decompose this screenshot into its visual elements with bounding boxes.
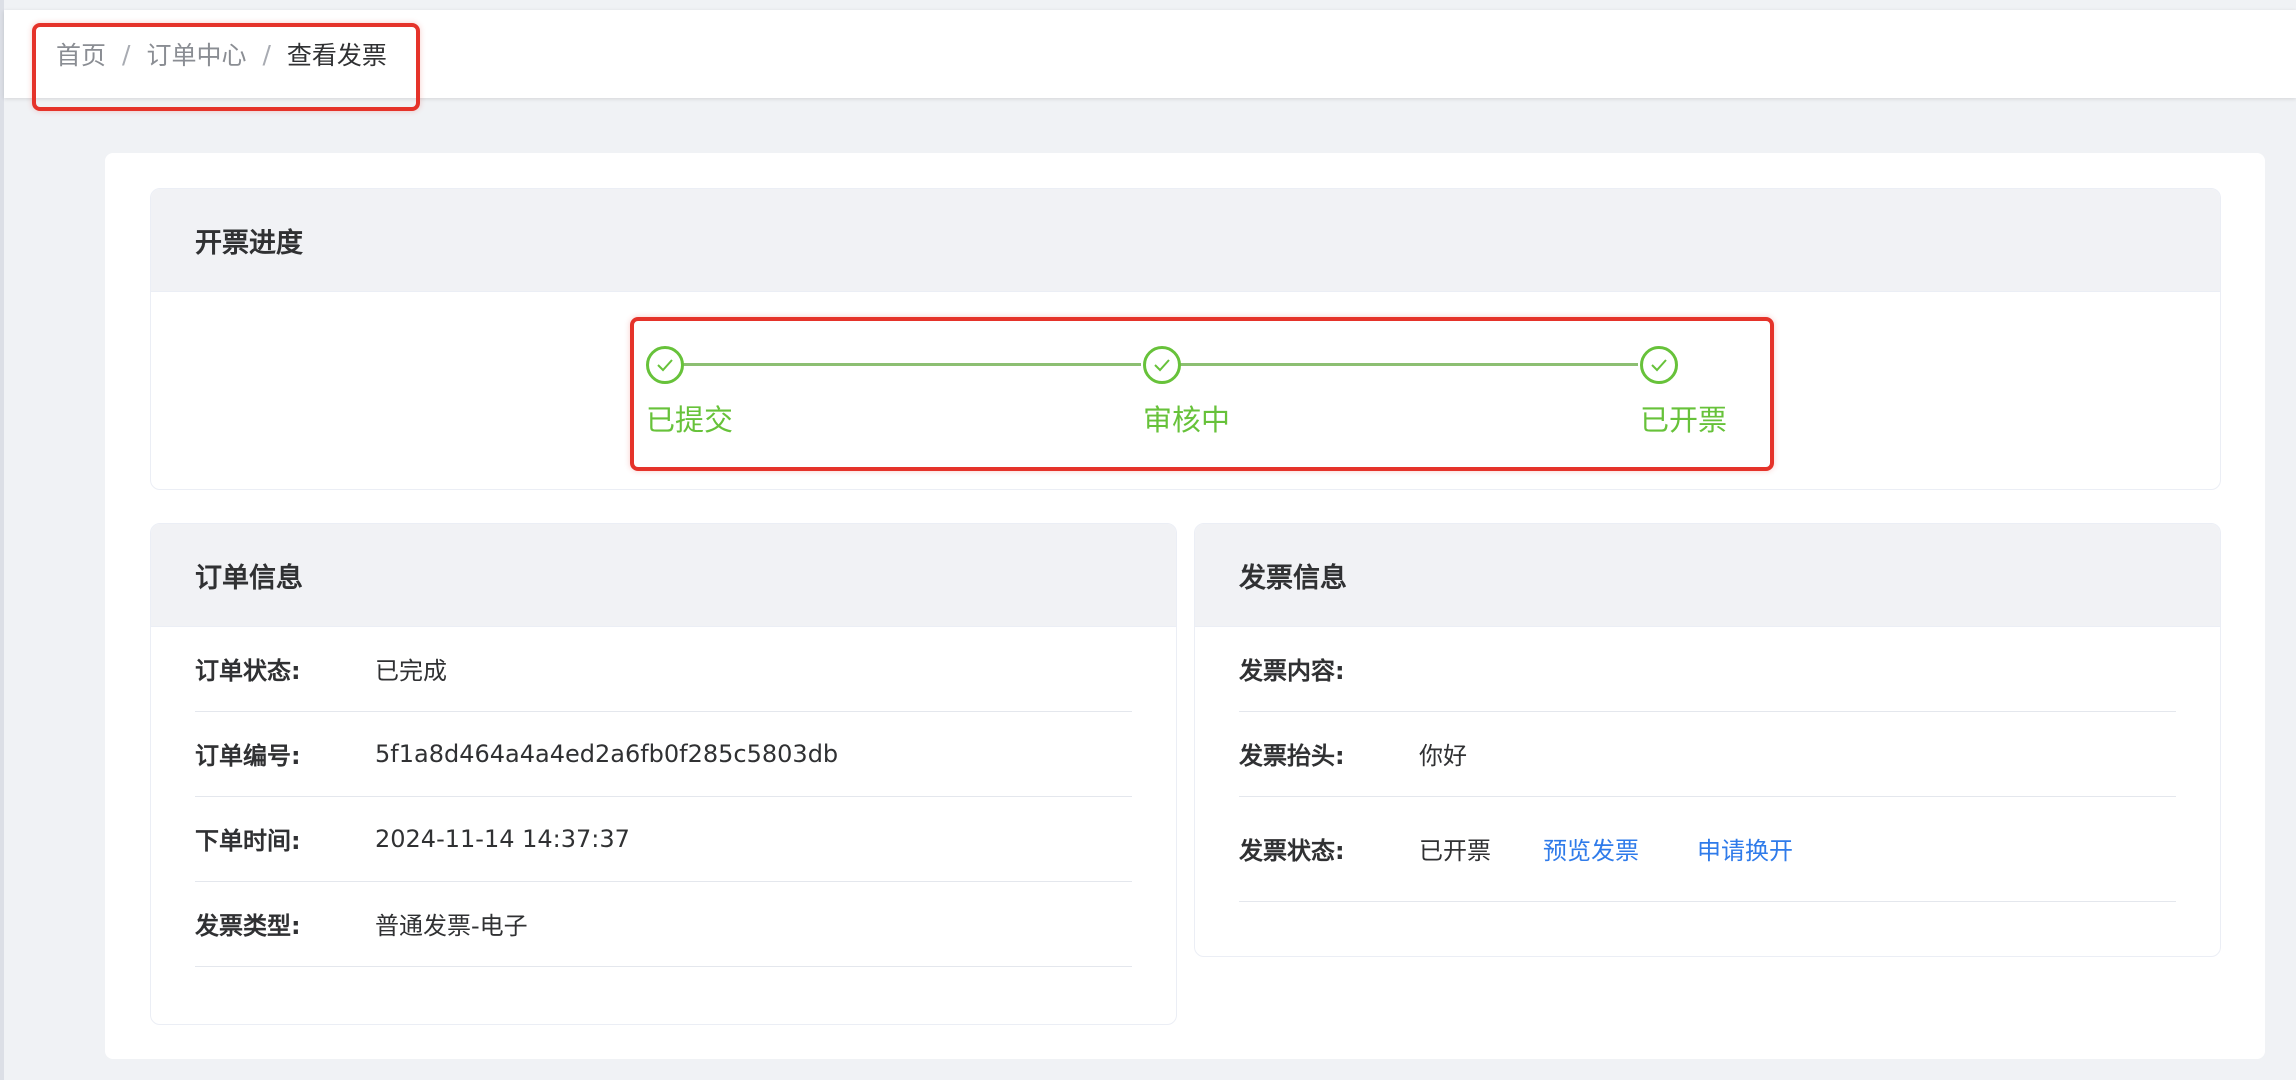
invoice-info-title: 发票信息 xyxy=(1195,524,2220,627)
request-reissue-link[interactable]: 申请换开 xyxy=(1697,831,1793,866)
invoice-content-label: 发票内容: xyxy=(1239,657,1345,685)
order-info-panel: 订单信息 订单状态: 已完成 订单编号: 5f1a8d464a4a4ed2a6f… xyxy=(150,523,1177,1025)
invoice-header-row: 发票抬头: 你好 xyxy=(1239,711,2176,797)
invoice-content-row: 发票内容: xyxy=(1239,626,2176,712)
invoice-info-panel: 发票信息 发票内容: 发票抬头: 你好 发票状态: 已开票 预览发票 申请换开 xyxy=(1194,523,2221,957)
invoice-status-value: 已开票 xyxy=(1419,837,1491,865)
main-card: 开票进度 已提交 审核中 已开票 订单信息 订单状态: 已完成 订单编号: 5f… xyxy=(105,153,2265,1059)
order-time-label: 下单时间: xyxy=(195,827,301,855)
invoice-status-row: 发票状态: 已开票 预览发票 申请换开 xyxy=(1239,796,2176,902)
steps-highlight-box xyxy=(630,317,1774,471)
order-time-value: 2024-11-14 14:37:37 xyxy=(375,824,630,853)
order-status-value: 已完成 xyxy=(375,657,447,685)
invoice-type-value: 普通发票-电子 xyxy=(375,912,528,940)
top-strip xyxy=(4,0,2296,10)
invoice-type-row: 发票类型: 普通发票-电子 xyxy=(195,881,1132,967)
invoice-type-label: 发票类型: xyxy=(195,912,301,940)
order-info-title: 订单信息 xyxy=(151,524,1176,627)
order-number-label: 订单编号: xyxy=(195,742,301,770)
order-number-value: 5f1a8d464a4a4ed2a6fb0f285c5803db xyxy=(375,739,839,768)
order-time-row: 下单时间: 2024-11-14 14:37:37 xyxy=(195,796,1132,882)
invoice-header-value: 你好 xyxy=(1419,742,1467,770)
order-number-row: 订单编号: 5f1a8d464a4a4ed2a6fb0f285c5803db xyxy=(195,711,1132,797)
breadcrumb-highlight-box xyxy=(32,23,420,111)
invoice-header-label: 发票抬头: xyxy=(1239,742,1345,770)
order-status-row: 订单状态: 已完成 xyxy=(195,626,1132,712)
preview-invoice-link[interactable]: 预览发票 xyxy=(1543,831,1639,866)
invoice-status-label: 发票状态: xyxy=(1239,837,1345,865)
left-border xyxy=(0,0,4,1080)
order-status-label: 订单状态: xyxy=(195,657,301,685)
